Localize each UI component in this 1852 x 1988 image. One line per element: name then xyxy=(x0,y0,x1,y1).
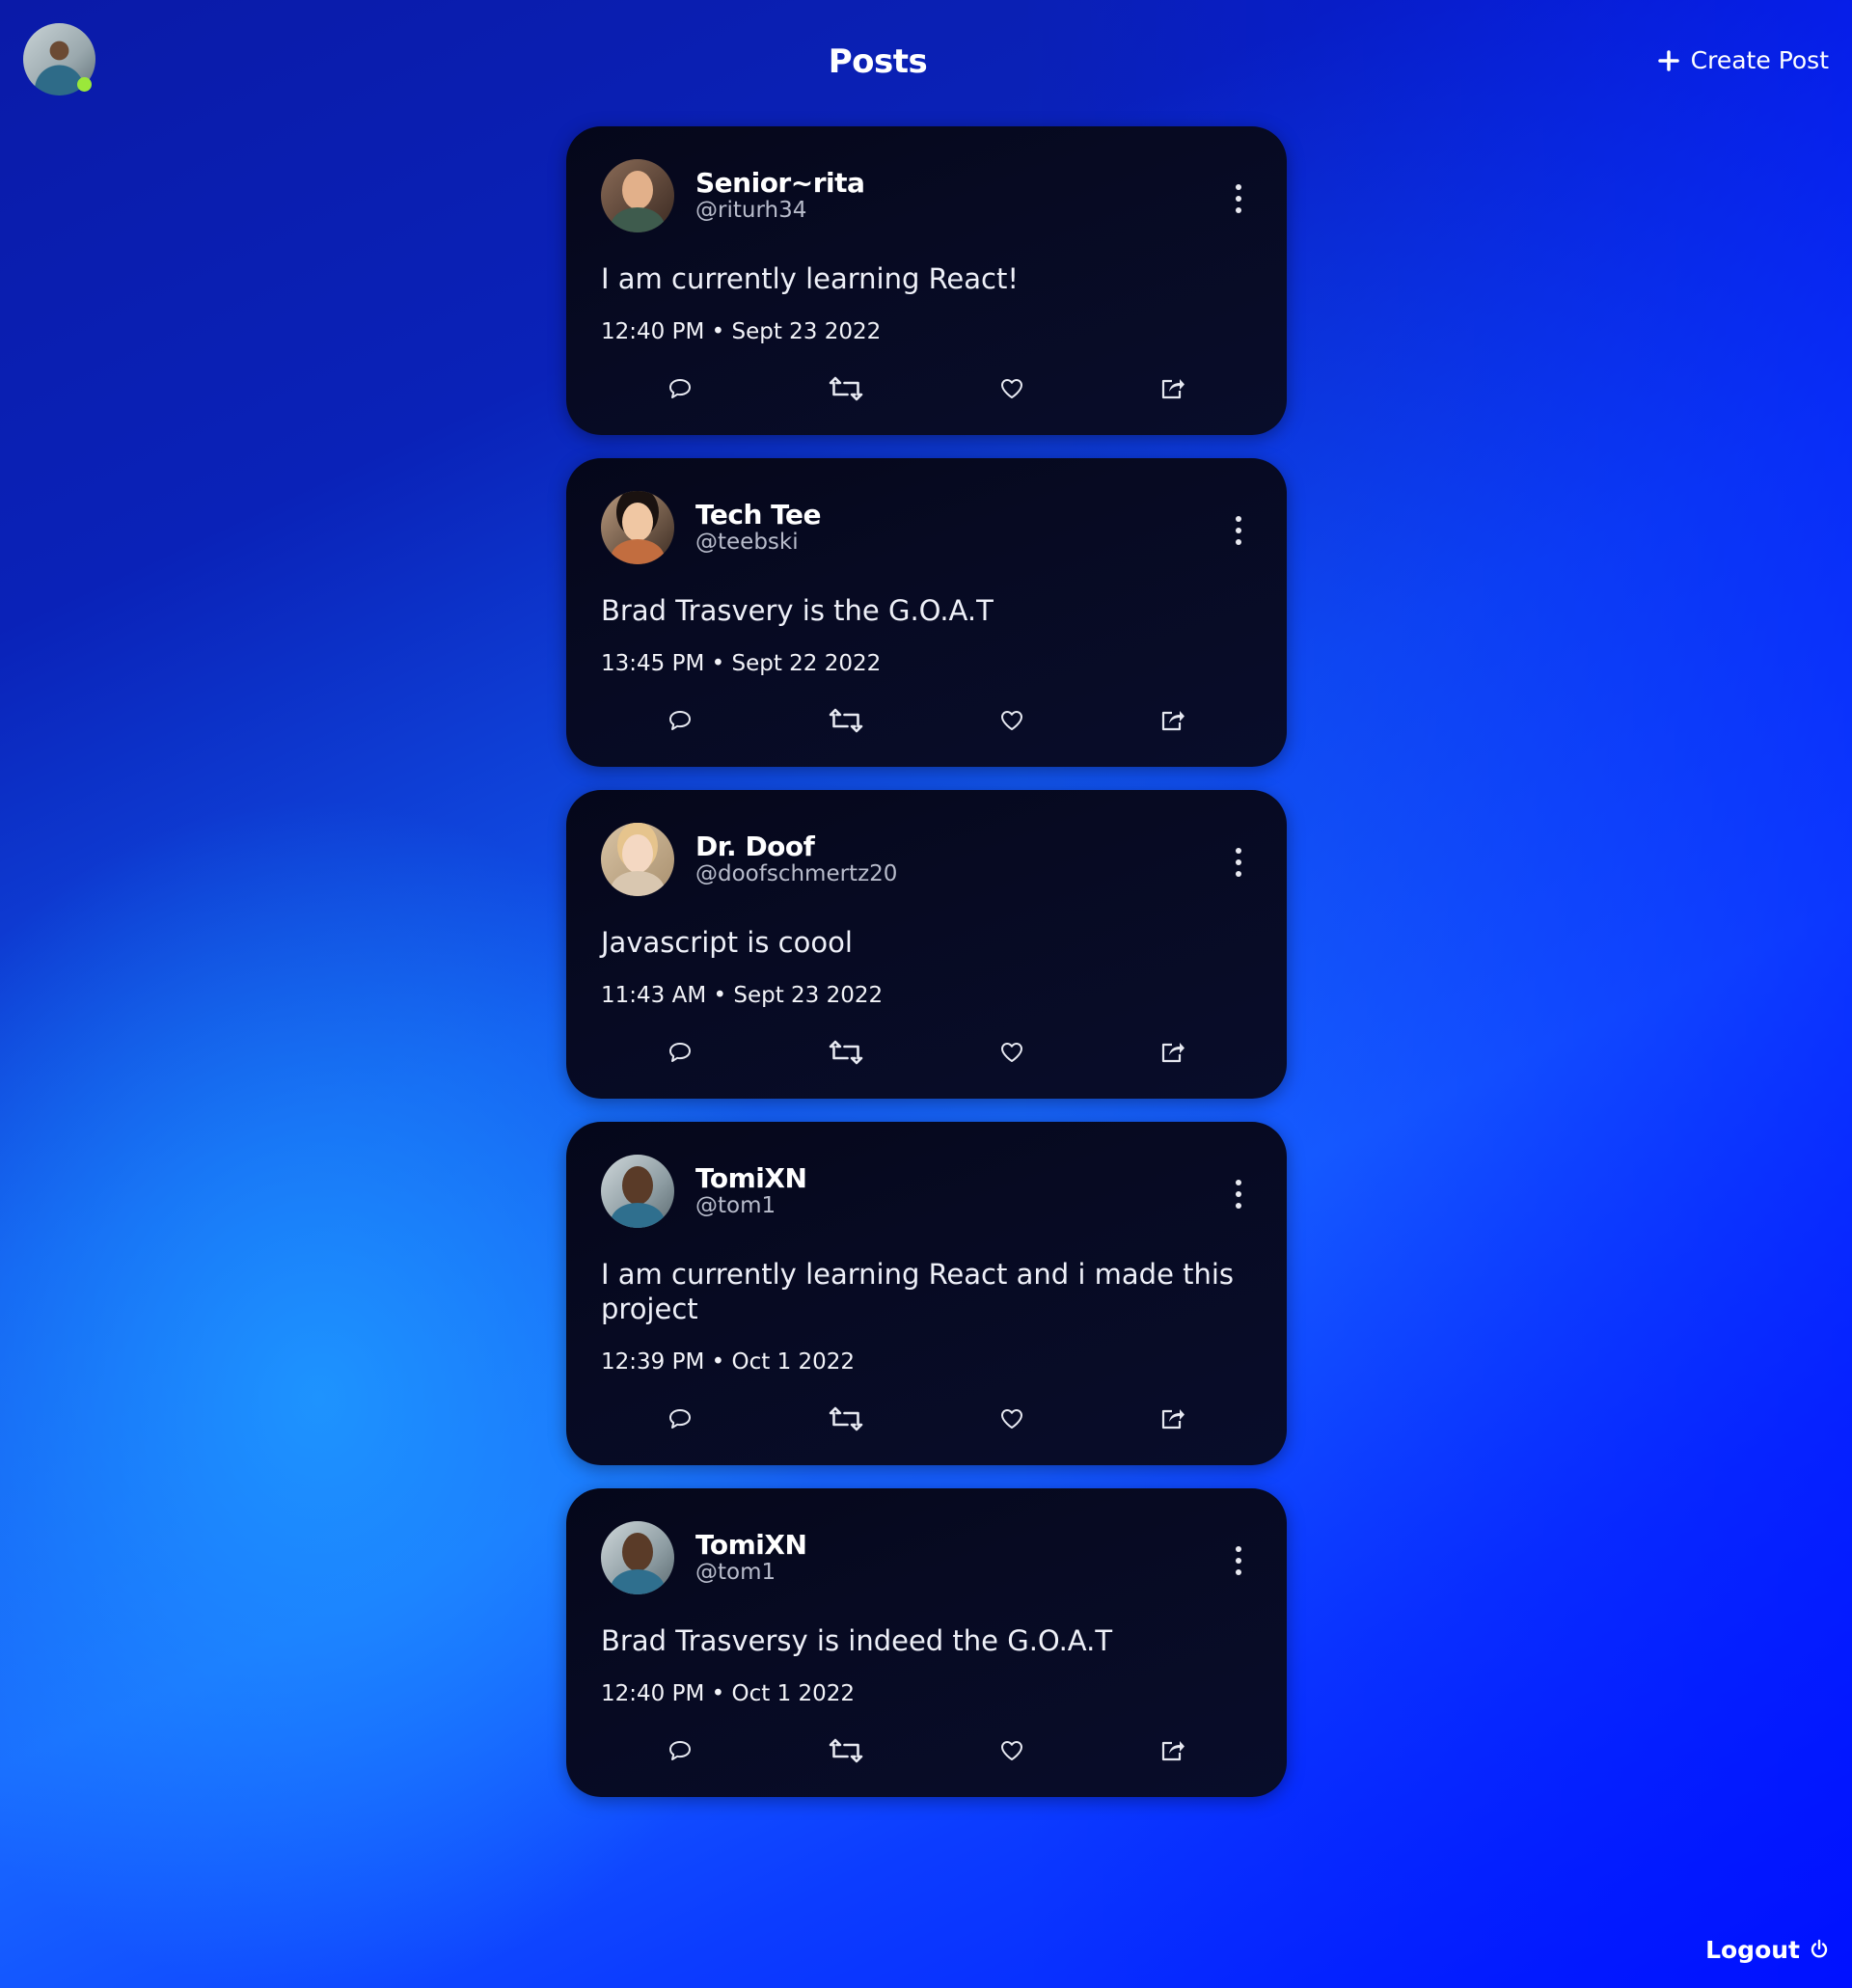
share-icon[interactable] xyxy=(1155,371,1189,406)
post-card: TomiXN @tom1 Brad Trasversy is indeed th… xyxy=(566,1488,1287,1797)
create-post-button[interactable]: Create Post xyxy=(1657,46,1829,74)
logout-button[interactable]: Logout xyxy=(1705,1936,1829,1964)
post-text: I am currently learning React! xyxy=(601,262,1019,295)
share-icon[interactable] xyxy=(1155,1035,1189,1070)
more-options-icon[interactable] xyxy=(1229,1180,1248,1209)
share-icon[interactable] xyxy=(1155,1402,1189,1436)
post-timestamp: 12:39 PM • Oct 1 2022 xyxy=(601,1349,856,1375)
more-options-icon[interactable] xyxy=(1229,184,1248,213)
author-display-name[interactable]: TomiXN xyxy=(695,1164,807,1193)
page-title: Posts xyxy=(828,42,928,81)
author-avatar[interactable] xyxy=(601,491,674,564)
author-handle[interactable]: @tom1 xyxy=(695,1193,806,1218)
post-timestamp: 12:40 PM • Sept 23 2022 xyxy=(601,319,882,344)
post-text: Brad Trasversy is indeed the G.O.A.T xyxy=(601,1624,1113,1657)
comment-icon[interactable] xyxy=(663,703,697,738)
plus-icon xyxy=(1657,49,1679,71)
post-actions xyxy=(601,1035,1252,1070)
post-text: Brad Trasvery is the G.O.A.T xyxy=(601,594,994,627)
author-display-name[interactable]: Senior~rita xyxy=(695,169,865,198)
power-icon xyxy=(1810,1936,1829,1964)
more-options-icon[interactable] xyxy=(1229,516,1248,545)
author-avatar[interactable] xyxy=(601,823,674,896)
author-handle[interactable]: @teebski xyxy=(695,530,821,555)
author-display-name[interactable]: TomiXN xyxy=(695,1531,807,1560)
author-handle[interactable]: @doofschmertz20 xyxy=(695,861,897,886)
author-display-name[interactable]: Dr. Doof xyxy=(695,832,897,861)
post-actions xyxy=(601,1733,1252,1768)
retweet-icon[interactable] xyxy=(829,1035,863,1070)
posts-feed: Senior~rita @riturh34 I am currently lea… xyxy=(566,126,1287,1797)
retweet-icon[interactable] xyxy=(829,371,863,406)
more-options-icon[interactable] xyxy=(1229,848,1248,877)
comment-icon[interactable] xyxy=(663,371,697,406)
comment-icon[interactable] xyxy=(663,1402,697,1436)
post-actions xyxy=(601,703,1252,738)
post-card: TomiXN @tom1 I am currently learning Rea… xyxy=(566,1122,1287,1465)
post-timestamp: 12:40 PM • Oct 1 2022 xyxy=(601,1681,856,1706)
post-text: Javascript is coool xyxy=(601,926,853,959)
heart-icon[interactable] xyxy=(994,703,1029,738)
author-avatar[interactable] xyxy=(601,1521,674,1594)
top-bar: Posts Create Post xyxy=(0,0,1852,125)
post-card: Tech Tee @teebski Brad Trasvery is the G… xyxy=(566,458,1287,767)
heart-icon[interactable] xyxy=(994,1035,1029,1070)
author-avatar[interactable] xyxy=(601,159,674,232)
more-options-icon[interactable] xyxy=(1229,1546,1248,1575)
share-icon[interactable] xyxy=(1155,1733,1189,1768)
share-icon[interactable] xyxy=(1155,703,1189,738)
comment-icon[interactable] xyxy=(663,1733,697,1768)
post-timestamp: 11:43 AM • Sept 23 2022 xyxy=(601,983,884,1008)
heart-icon[interactable] xyxy=(994,1402,1029,1436)
heart-icon[interactable] xyxy=(994,1733,1029,1768)
post-card: Senior~rita @riturh34 I am currently lea… xyxy=(566,126,1287,435)
author-display-name[interactable]: Tech Tee xyxy=(695,501,822,530)
post-actions xyxy=(601,1402,1252,1436)
retweet-icon[interactable] xyxy=(829,1402,863,1436)
logout-label: Logout xyxy=(1705,1936,1800,1964)
post-actions xyxy=(601,371,1252,406)
post-timestamp: 13:45 PM • Sept 22 2022 xyxy=(601,651,882,676)
comment-icon[interactable] xyxy=(663,1035,697,1070)
post-card: Dr. Doof @doofschmertz20 Javascript is c… xyxy=(566,790,1287,1099)
author-handle[interactable]: @tom1 xyxy=(695,1560,806,1585)
retweet-icon[interactable] xyxy=(829,703,863,738)
heart-icon[interactable] xyxy=(994,371,1029,406)
retweet-icon[interactable] xyxy=(829,1733,863,1768)
author-avatar[interactable] xyxy=(601,1155,674,1228)
create-post-label: Create Post xyxy=(1690,46,1829,74)
post-text: I am currently learning React and i made… xyxy=(601,1258,1235,1325)
author-handle[interactable]: @riturh34 xyxy=(695,198,864,223)
